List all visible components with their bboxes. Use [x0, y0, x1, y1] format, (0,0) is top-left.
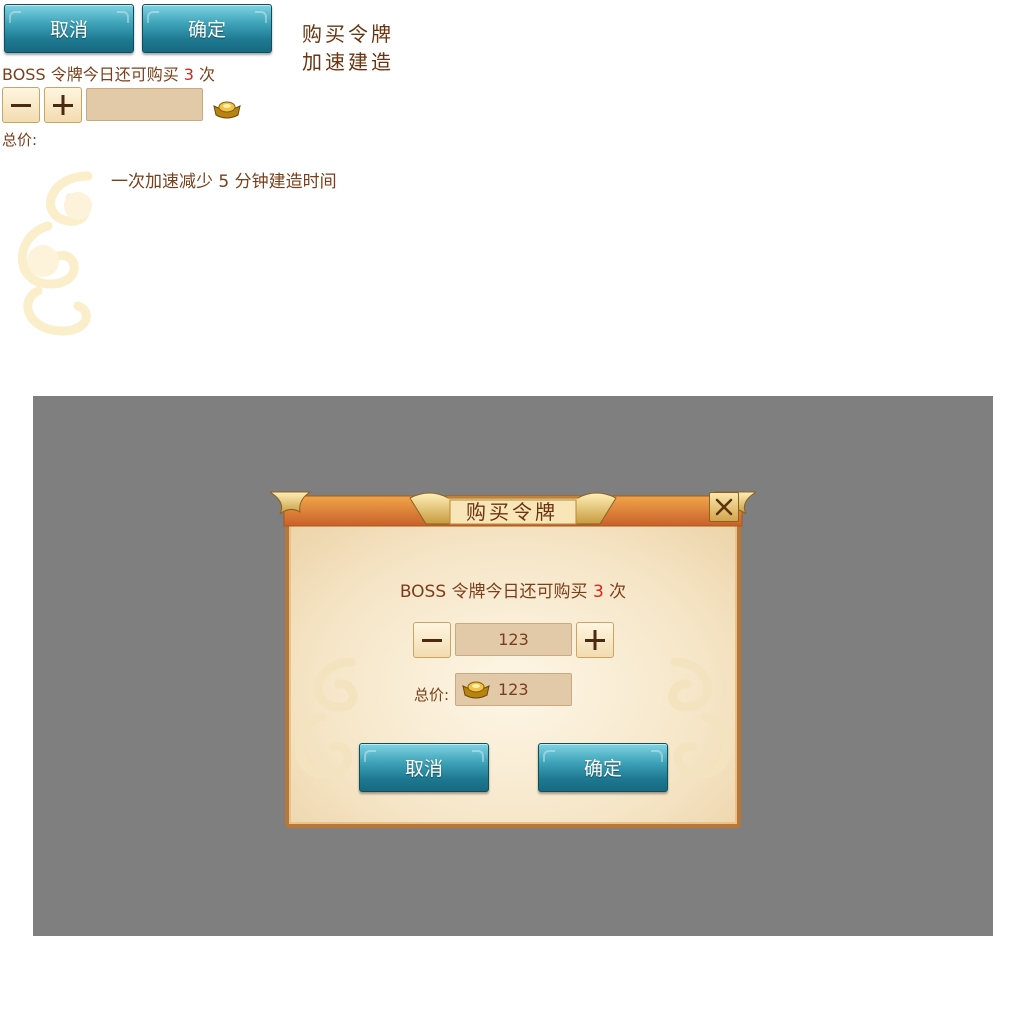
- title-art-buy-token: 购买令牌: [302, 22, 394, 46]
- quantity-value: 123: [498, 630, 529, 649]
- dialog-confirm-label: 确定: [583, 758, 622, 780]
- dialog-plus-button[interactable]: [576, 622, 614, 658]
- button-corner-ornament: [651, 750, 663, 762]
- asset-buy-limit-text: BOSS 令牌今日还可购买 3 次: [2, 61, 215, 85]
- asset-cancel-button[interactable]: 取消: [4, 4, 134, 53]
- button-corner-ornament: [147, 11, 159, 23]
- buy-token-dialog: BOSS 令牌今日还可购买 3 次 123 总价: 123 取消 确定: [285, 520, 741, 828]
- dialog-buy-prefix: BOSS 令牌今日还可购买: [399, 582, 593, 602]
- buy-suffix: 次: [193, 65, 216, 84]
- plus-icon: [585, 630, 605, 650]
- dialog-total-field: 123: [455, 673, 572, 706]
- button-corner-ornament: [255, 11, 267, 23]
- buy-prefix: BOSS 令牌今日还可购买: [2, 65, 184, 84]
- button-corner-ornament: [472, 750, 484, 762]
- dialog-buy-limit-text: BOSS 令牌今日还可购买 3 次: [289, 577, 737, 602]
- close-icon: [715, 498, 733, 516]
- button-corner-ornament: [543, 750, 555, 762]
- dialog-total-label: 总价:: [414, 686, 450, 704]
- buy-count: 3: [183, 65, 194, 84]
- asset-quantity-field[interactable]: [86, 88, 203, 121]
- cloud-ornament-icon: [17, 171, 93, 336]
- dialog-quantity-field[interactable]: 123: [455, 623, 572, 656]
- plus-icon: [53, 95, 73, 115]
- dialog-buy-count: 3: [592, 582, 604, 602]
- gold-ingot-icon: [213, 101, 241, 119]
- asset-total-label: 总价:: [2, 131, 38, 149]
- total-value: 123: [498, 680, 529, 699]
- dialog-title: 购买令牌: [466, 500, 558, 524]
- dialog-buy-suffix: 次: [603, 582, 627, 602]
- dialog-close-button[interactable]: [709, 492, 739, 522]
- asset-confirm-label: 确定: [187, 19, 226, 41]
- button-corner-ornament: [364, 750, 376, 762]
- asset-cancel-label: 取消: [49, 19, 88, 41]
- dialog-cancel-label: 取消: [404, 758, 443, 780]
- asset-confirm-button[interactable]: 确定: [142, 4, 272, 53]
- asset-minus-button[interactable]: [2, 87, 40, 123]
- title-art-speed-build: 加速建造: [302, 50, 394, 74]
- gold-ingot-icon: [462, 681, 490, 699]
- minus-icon: [422, 639, 442, 642]
- asset-plus-button[interactable]: [44, 87, 82, 123]
- dialog-confirm-button[interactable]: 确定: [538, 743, 668, 792]
- dialog-cancel-button[interactable]: 取消: [359, 743, 489, 792]
- dialog-minus-button[interactable]: [413, 622, 451, 658]
- button-corner-ornament: [9, 11, 21, 23]
- button-corner-ornament: [117, 11, 129, 23]
- speedup-description: 一次加速减少 5 分钟建造时间: [111, 172, 337, 192]
- minus-icon: [11, 104, 31, 107]
